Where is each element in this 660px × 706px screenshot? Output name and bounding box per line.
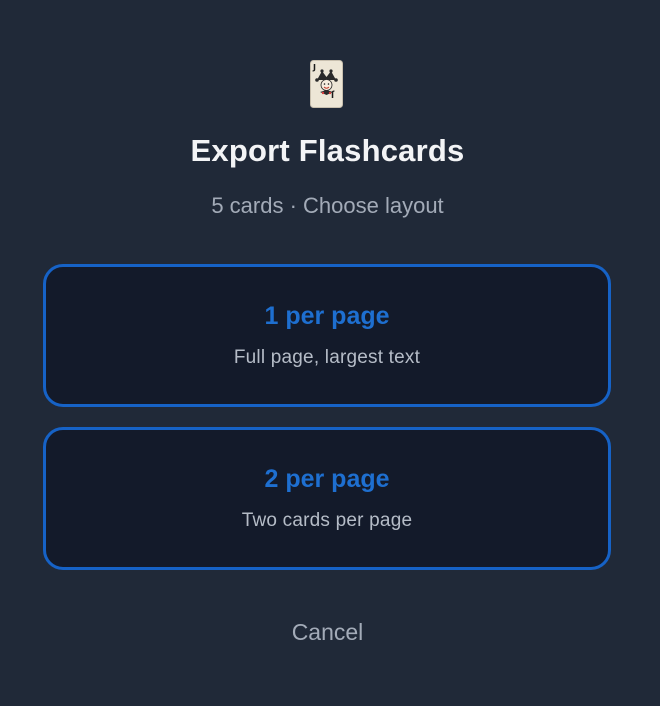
option-title: 1 per page <box>264 302 390 330</box>
option-description: Two cards per page <box>241 510 413 531</box>
option-2-per-page-button[interactable]: 2 per page Two cards per page <box>43 427 611 570</box>
dialog-subtitle: 5 cards · Choose layout <box>211 193 444 218</box>
dialog-title: Export Flashcards <box>190 133 465 168</box>
option-1-per-page-button[interactable]: 1 per page Full page, largest text <box>43 264 611 407</box>
option-description: Full page, largest text <box>233 347 421 368</box>
cancel-button[interactable]: Cancel <box>0 619 655 646</box>
svg-text:J: J <box>331 90 335 99</box>
svg-text:J: J <box>312 63 316 72</box>
export-dialog: J J Export Flashcards 5 cards · Choose l… <box>0 0 660 706</box>
joker-card-icon: J J <box>310 60 343 108</box>
option-title: 2 per page <box>264 465 390 493</box>
